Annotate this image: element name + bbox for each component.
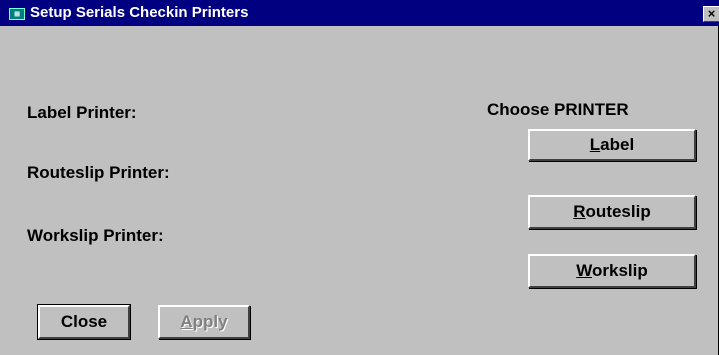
apply-button-mnemonic: A xyxy=(180,312,193,331)
window-title: Setup Serials Checkin Printers xyxy=(30,4,249,21)
routeslip-button-text: outeslip xyxy=(585,202,651,221)
label-printer-label: Label Printer: xyxy=(27,103,137,122)
apply-button[interactable]: Apply xyxy=(158,305,250,339)
label-button-mnemonic: L xyxy=(589,135,601,154)
workslip-button-text: orkslip xyxy=(592,261,648,280)
routeslip-printer-label: Routeslip Printer: xyxy=(27,163,170,182)
choose-printer-heading: Choose PRINTER xyxy=(487,100,629,119)
label-button[interactable]: Label xyxy=(528,129,696,161)
routeslip-button-mnemonic: R xyxy=(573,202,586,221)
title-bar[interactable]: ▦ Setup Serials Checkin Printers × xyxy=(0,0,719,26)
setup-printers-dialog: ▦ Setup Serials Checkin Printers × Label… xyxy=(0,0,719,355)
workslip-button[interactable]: Workslip xyxy=(528,254,696,288)
app-icon[interactable]: ▦ xyxy=(9,8,25,20)
workslip-printer-label: Workslip Printer: xyxy=(27,226,164,245)
close-icon[interactable]: × xyxy=(703,6,719,22)
label-button-text: abel xyxy=(600,135,635,154)
close-button[interactable]: Close xyxy=(37,304,131,340)
routeslip-button[interactable]: Routeslip xyxy=(528,195,696,229)
workslip-button-mnemonic: W xyxy=(576,261,592,280)
apply-button-text: pply xyxy=(192,312,228,331)
